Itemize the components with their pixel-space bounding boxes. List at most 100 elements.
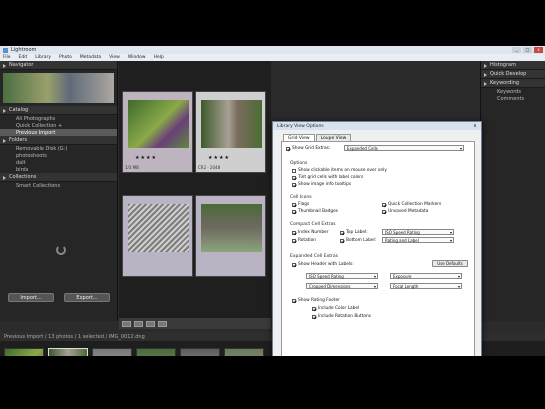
bottom-label-select[interactable]: Rating and Label xyxy=(382,237,454,243)
keywords-label: Keywords xyxy=(497,88,521,95)
folder-volume[interactable]: Removable Disk (G:) xyxy=(0,145,117,152)
photo-thumbnail[interactable] xyxy=(128,204,189,252)
compact-row[interactable]: Top Label: xyxy=(340,230,368,235)
folders-header[interactable]: Folders xyxy=(0,136,117,145)
collection-item[interactable]: Smart Collections xyxy=(0,182,117,189)
dialog-close-icon[interactable]: x xyxy=(472,123,478,129)
menu-file[interactable]: File xyxy=(3,55,11,60)
title-bar: Lightroom _ □ x xyxy=(0,46,545,54)
show-grid-extras-checkbox[interactable] xyxy=(286,146,290,151)
cell-icon-checkbox[interactable] xyxy=(382,209,386,214)
cell-icon-checkbox[interactable] xyxy=(292,209,296,214)
filmstrip-thumb[interactable] xyxy=(48,348,88,356)
show-grid-extras-row[interactable]: Show Grid Extras: xyxy=(286,146,330,151)
show-header-row[interactable]: Show Header with Labels: xyxy=(292,262,354,267)
photo-thumbnail[interactable] xyxy=(201,100,262,148)
show-header-checkbox[interactable] xyxy=(292,262,296,267)
grid-cell[interactable]: ★★★★ CR2 · 2048 xyxy=(195,91,266,173)
menu-window[interactable]: Window xyxy=(128,55,146,60)
option-row[interactable]: Show image info tooltips xyxy=(292,182,351,187)
grid-view-icon[interactable] xyxy=(122,320,131,327)
show-grid-extras-label: Show Grid Extras: xyxy=(292,146,331,151)
menu-metadata[interactable]: Metadata xyxy=(80,55,101,60)
import-button[interactable]: Import... xyxy=(8,293,54,302)
filmstrip-thumb[interactable] xyxy=(224,348,264,356)
close-button[interactable]: x xyxy=(534,47,543,53)
histogram-header[interactable]: Histogram xyxy=(481,61,545,70)
navigator-header[interactable]: Navigator xyxy=(0,61,117,70)
header-select[interactable]: Focal Length xyxy=(390,283,462,289)
cell-icon-checkbox[interactable] xyxy=(292,202,296,207)
cell-icon-row[interactable]: Unsaved Metadata xyxy=(382,209,428,214)
photo-thumbnail[interactable] xyxy=(201,204,262,252)
header-select[interactable]: Cropped Dimensions xyxy=(306,283,378,289)
maximize-button[interactable]: □ xyxy=(523,47,532,53)
menu-help[interactable]: Help xyxy=(154,55,164,60)
option-row[interactable]: Show clickable items on mouse over only xyxy=(292,168,387,173)
photo-thumbnail[interactable] xyxy=(128,100,189,148)
compact-row[interactable]: Bottom Label: xyxy=(340,238,376,243)
compact-row[interactable]: Index Number xyxy=(292,230,328,235)
survey-view-icon[interactable] xyxy=(158,320,167,327)
folder-item[interactable]: birds xyxy=(0,166,117,173)
minimize-button[interactable]: _ xyxy=(512,47,521,53)
option-checkbox[interactable] xyxy=(292,168,296,173)
folder-item[interactable]: photoshoots xyxy=(0,152,117,159)
grid-toolbar xyxy=(119,318,271,329)
grid-cell[interactable] xyxy=(122,195,193,277)
filmstrip-path[interactable]: Previous Import / 13 photos / 1 selected… xyxy=(4,334,145,340)
compact-checkbox[interactable] xyxy=(292,238,296,243)
grid-extras-select[interactable]: Expanded Cells xyxy=(344,145,464,151)
loading-icon xyxy=(56,245,66,255)
catalog-header[interactable]: Catalog xyxy=(0,106,117,115)
use-defaults-button[interactable]: Use Defaults xyxy=(432,260,468,267)
header-select[interactable]: ISO Speed Rating xyxy=(306,273,378,279)
catalog-item-all[interactable]: All Photographs xyxy=(0,115,117,122)
keywording-header[interactable]: Keywording xyxy=(481,79,545,88)
option-checkbox[interactable] xyxy=(292,182,296,187)
quick-develop-header[interactable]: Quick Develop xyxy=(481,70,545,79)
filmstrip-thumb[interactable] xyxy=(180,348,220,356)
option-checkbox[interactable] xyxy=(292,175,296,180)
filmstrip-thumb[interactable] xyxy=(4,348,44,356)
rating-stars[interactable]: ★★★★ xyxy=(208,155,230,161)
cell-icon-checkbox[interactable] xyxy=(382,202,386,207)
cell-icon-row[interactable]: Thumbnail Badges xyxy=(292,209,338,214)
compact-checkbox[interactable] xyxy=(292,230,296,235)
footer-option-checkbox[interactable] xyxy=(312,306,316,311)
compare-view-icon[interactable] xyxy=(146,320,155,327)
footer-option-checkbox[interactable] xyxy=(312,314,316,319)
top-label-select[interactable]: ISO Speed Rating xyxy=(382,229,454,235)
export-button[interactable]: Export... xyxy=(64,293,110,302)
compact-checkbox[interactable] xyxy=(340,238,344,243)
filmstrip-thumb[interactable] xyxy=(92,348,132,356)
rating-footer-checkbox[interactable] xyxy=(292,298,296,303)
navigator-preview[interactable] xyxy=(3,73,114,103)
cell-icon-row[interactable]: Flags xyxy=(292,202,309,207)
collections-header[interactable]: Collections xyxy=(0,173,117,182)
rating-stars[interactable]: ★★★★ xyxy=(135,155,157,161)
rating-footer-label: Show Rating Footer xyxy=(298,298,340,303)
rating-footer-row[interactable]: Show Rating Footer xyxy=(292,298,340,303)
catalog-item-previous[interactable]: Previous Import xyxy=(0,129,117,136)
folder-item[interactable]: dalt xyxy=(0,159,117,166)
compact-label: Index Number xyxy=(298,230,329,235)
footer-option-row[interactable]: Include Color Label xyxy=(312,306,359,311)
grid-cell[interactable] xyxy=(195,195,266,277)
filmstrip-thumb[interactable] xyxy=(136,348,176,356)
window-title: Lightroom xyxy=(11,47,37,53)
header-select[interactable]: Exposure xyxy=(390,273,462,279)
menu-view[interactable]: View xyxy=(109,55,120,60)
compact-checkbox[interactable] xyxy=(340,230,344,235)
menu-library[interactable]: Library xyxy=(35,55,51,60)
grid-cell[interactable]: ★★★★ 1/3 MB xyxy=(122,91,193,173)
catalog-item-quick[interactable]: Quick Collection + xyxy=(0,122,117,129)
menu-photo[interactable]: Photo xyxy=(59,55,72,60)
grid-view: ★★★★ 1/3 MB ★★★★ CR2 · 2048 xyxy=(119,61,271,321)
loupe-view-icon[interactable] xyxy=(134,320,143,327)
cell-icon-row[interactable]: Quick Collection Markers xyxy=(382,202,441,207)
option-row[interactable]: Tint grid cells with label colors xyxy=(292,175,363,180)
footer-option-row[interactable]: Include Rotation Buttons xyxy=(312,314,371,319)
compact-row[interactable]: Rotation xyxy=(292,238,316,243)
menu-edit[interactable]: Edit xyxy=(19,55,28,60)
